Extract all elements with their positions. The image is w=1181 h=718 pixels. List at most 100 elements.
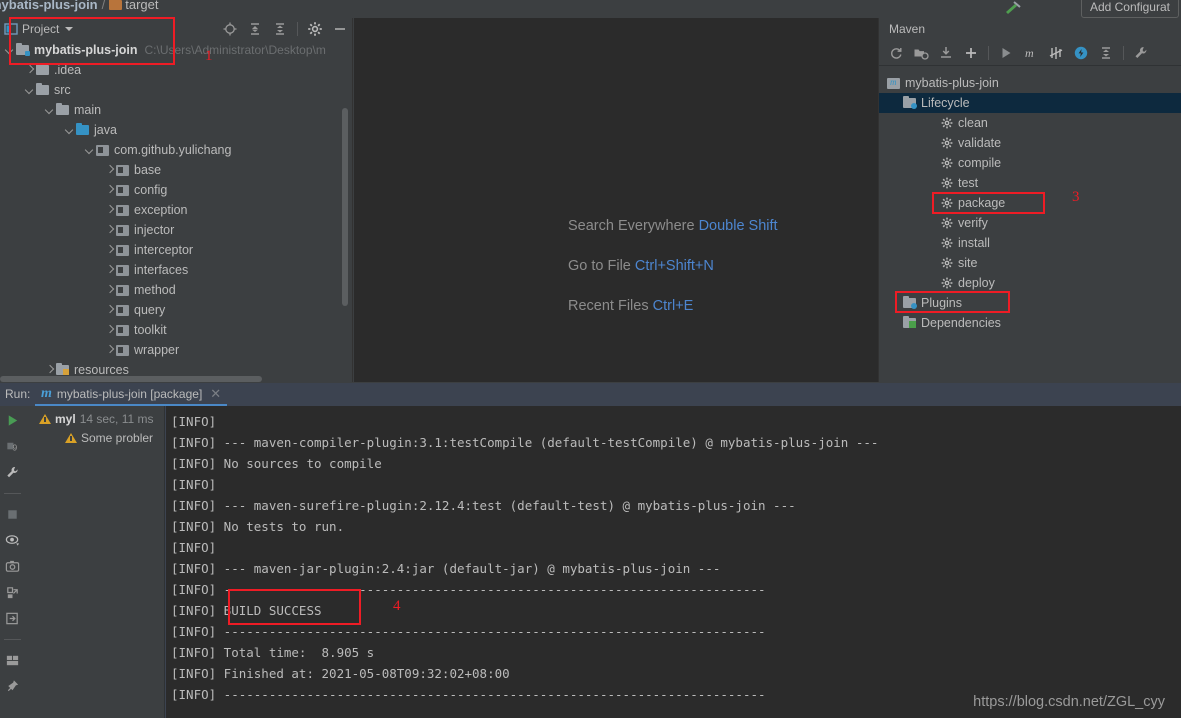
chevron-down-icon[interactable] [84, 144, 96, 156]
tree-row-exception[interactable]: exception [0, 200, 352, 220]
tree-row-interceptor[interactable]: interceptor [0, 240, 352, 260]
project-panel-title: Project [22, 22, 60, 36]
maven-tree-row-project[interactable]: mybatis-plus-join [879, 73, 1181, 93]
execute-icon[interactable] [1073, 45, 1089, 61]
locate-icon[interactable] [222, 21, 238, 37]
maven-goal-package[interactable]: package [879, 193, 1181, 213]
layout-icon[interactable] [5, 653, 20, 668]
chevron-down-icon[interactable] [44, 104, 56, 116]
project-horizontal-scrollbar[interactable] [0, 376, 262, 382]
rerun-icon[interactable] [5, 413, 20, 428]
maven-goal-clean[interactable]: clean [879, 113, 1181, 133]
tree-row-toolkit[interactable]: toolkit [0, 320, 352, 340]
chevron-right-icon[interactable] [104, 204, 116, 216]
settings-wrench-icon[interactable] [1133, 45, 1149, 61]
tree-row-main[interactable]: main [0, 100, 352, 120]
chevron-down-icon[interactable] [65, 27, 74, 31]
tree-row-src[interactable]: src [0, 80, 352, 100]
settings-gear-icon[interactable] [307, 21, 323, 37]
toggle-skip-tests-icon[interactable] [1048, 45, 1064, 61]
collapse-all-icon[interactable] [1098, 45, 1114, 61]
breadcrumb-target[interactable]: target [125, 0, 158, 12]
chevron-right-icon[interactable] [104, 244, 116, 256]
run-icon[interactable] [998, 45, 1014, 61]
chevron-right-icon[interactable] [104, 264, 116, 276]
pin-icon[interactable] [5, 679, 20, 694]
close-icon[interactable]: ✕ [210, 386, 221, 402]
chevron-down-icon[interactable] [4, 44, 16, 56]
toggle-soft-wrap-icon[interactable] [5, 533, 20, 548]
maven-goal-validate[interactable]: validate [879, 133, 1181, 153]
stop-icon[interactable] [5, 507, 20, 522]
maven-goal-test[interactable]: test [879, 173, 1181, 193]
package-icon [116, 264, 129, 276]
thread-dump-icon[interactable] [5, 585, 20, 600]
annotation-number-1: 1 [205, 48, 213, 64]
run-tab-active[interactable]: m mybatis-plus-join [package] ✕ [35, 383, 228, 406]
tree-row-method[interactable]: method [0, 280, 352, 300]
tree-row--idea[interactable]: .idea [0, 60, 352, 80]
maven-goal-install[interactable]: install [879, 233, 1181, 253]
tree-row-interfaces[interactable]: interfaces [0, 260, 352, 280]
project-vertical-scrollbar[interactable] [342, 108, 348, 306]
tree-row-com-github-yulichang[interactable]: com.github.yulichang [0, 140, 352, 160]
maven-goal-icon[interactable]: m [1023, 45, 1039, 61]
collapse-all-icon[interactable] [272, 21, 288, 37]
settings-wrench-icon[interactable] [5, 465, 20, 480]
download-sources-icon[interactable] [938, 45, 954, 61]
maven-goal-deploy[interactable]: deploy [879, 273, 1181, 293]
chevron-right-icon[interactable] [104, 284, 116, 296]
chevron-right-icon[interactable] [104, 164, 116, 176]
add-maven-project-icon[interactable] [913, 45, 929, 61]
maven-tree-row-lifecycle[interactable]: Lifecycle [879, 93, 1181, 113]
console-output[interactable]: [INFO] [INFO] --- maven-compiler-plugin:3… [166, 406, 1181, 718]
breadcrumb[interactable]: mybatis-plus-join / target [0, 0, 159, 12]
maven-goal-verify[interactable]: verify [879, 213, 1181, 233]
project-tree[interactable]: mybatis-plus-join C:\Users\Administrator… [0, 40, 352, 382]
build-hammer-icon[interactable] [1003, 1, 1023, 15]
run-tree-row-problem[interactable]: Some probler [25, 428, 164, 447]
tree-row-base[interactable]: base [0, 160, 352, 180]
maven-goal-compile[interactable]: compile [879, 153, 1181, 173]
chevron-right-icon[interactable] [104, 304, 116, 316]
chevron-right-icon[interactable] [104, 224, 116, 236]
tree-row-wrapper[interactable]: wrapper [0, 340, 352, 360]
tree-row-query[interactable]: query [0, 300, 352, 320]
chevron-right-icon[interactable] [104, 184, 116, 196]
export-icon[interactable] [5, 611, 20, 626]
tree-row-project-root[interactable]: mybatis-plus-join C:\Users\Administrator… [0, 40, 352, 60]
tree-row-label: interfaces [134, 263, 189, 277]
tree-row-label: base [134, 163, 162, 177]
chevron-right-icon[interactable] [44, 364, 56, 376]
maven-tree-row-dependencies[interactable]: Dependencies [879, 313, 1181, 333]
package-icon [116, 244, 129, 256]
tree-row-java[interactable]: java [0, 120, 352, 140]
console-line: [INFO] Finished at: 2021-05-08T09:32:02+… [171, 666, 510, 681]
expand-all-icon[interactable] [247, 21, 263, 37]
maven-tree-row-plugins[interactable]: Plugins [879, 293, 1181, 313]
chevron-right-icon[interactable] [104, 324, 116, 336]
tree-row-injector[interactable]: injector [0, 220, 352, 240]
debug-icon[interactable]: 9 [5, 439, 20, 454]
hide-minimize-icon[interactable] [332, 21, 348, 37]
screenshot-icon[interactable] [5, 559, 20, 574]
run-tree-row-module[interactable]: myl 14 sec, 11 ms [25, 409, 164, 428]
maven-tree[interactable]: mybatis-plus-join Lifecycle clean validat… [879, 73, 1181, 382]
maven-plugins-label: Plugins [921, 296, 962, 310]
toolbar-divider [988, 45, 989, 60]
annotation-number-3: 3 [1072, 189, 1080, 205]
breadcrumb-project[interactable]: mybatis-plus-join [0, 0, 98, 12]
console-line: [INFO] Total time: 8.905 s [171, 645, 375, 660]
plus-icon[interactable] [963, 45, 979, 61]
maven-goal-site[interactable]: site [879, 253, 1181, 273]
run-result-tree[interactable]: myl 14 sec, 11 ms Some probler [25, 406, 165, 718]
tree-row-config[interactable]: config [0, 180, 352, 200]
console-line: [INFO] [171, 540, 217, 555]
reload-icon[interactable] [888, 45, 904, 61]
chevron-right-icon[interactable] [24, 64, 36, 76]
chevron-right-icon[interactable] [104, 344, 116, 356]
sidebar-divider [4, 639, 21, 640]
add-configuration-button[interactable]: Add Configurat [1080, 0, 1179, 18]
chevron-down-icon[interactable] [24, 84, 36, 96]
chevron-down-icon[interactable] [64, 124, 76, 136]
